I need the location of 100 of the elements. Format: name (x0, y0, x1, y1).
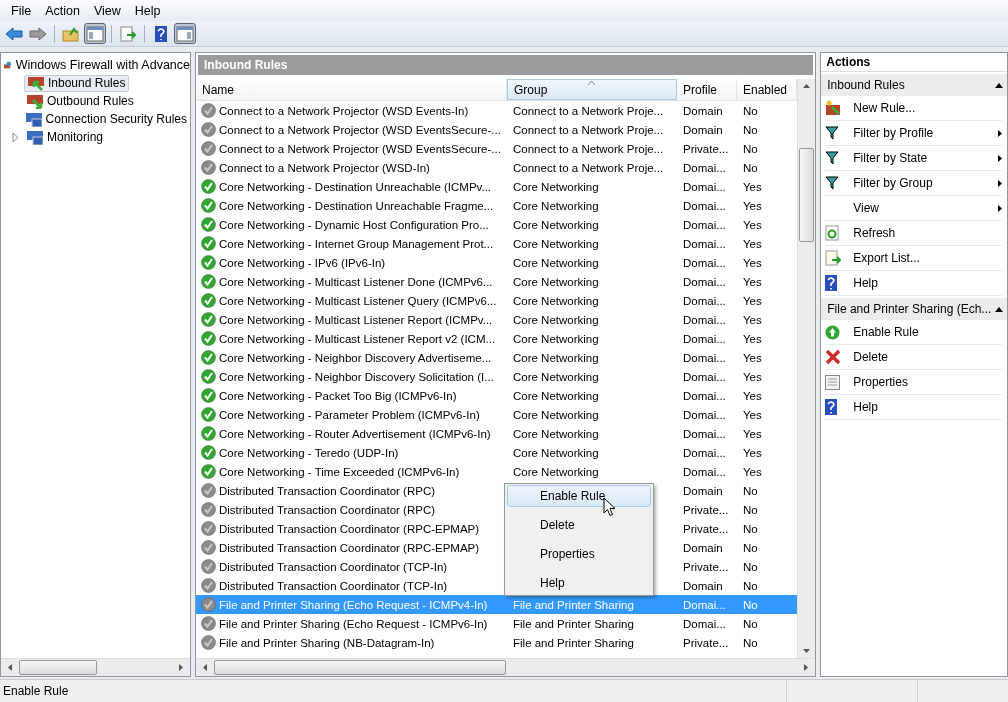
pane-toggle-button[interactable] (174, 23, 196, 44)
tree-item[interactable]: Monitoring (24, 128, 107, 146)
submenu-arrow-icon (998, 129, 1002, 137)
pane-toggle-button[interactable] (84, 23, 106, 44)
rule-enabled: No (743, 123, 758, 136)
funnel-icon (825, 151, 840, 165)
rule-enabled: Yes (743, 199, 762, 212)
action-link[interactable]: Filter by Group (825, 171, 1002, 196)
rule-group: Core Networking (513, 199, 599, 212)
context-menu-item[interactable]: Enable Rule (507, 485, 651, 507)
rule-name: File and Printer Sharing (Echo Request - ICMPv4-In) (219, 598, 488, 611)
context-menu-item[interactable]: Help (507, 572, 651, 594)
action-link[interactable]: Export List... (825, 246, 1002, 271)
scroll-thumb[interactable] (799, 148, 815, 242)
horizontal-scrollbar[interactable] (1, 658, 190, 676)
tree-item[interactable]: Windows Firewall with Advance (4, 56, 190, 74)
scroll-thumb[interactable] (214, 660, 506, 675)
scroll-thumb[interactable] (19, 660, 97, 675)
rule-enabled: No (743, 617, 758, 630)
rule-name: File and Printer Sharing (Echo Request - ICMPv6-In) (219, 617, 488, 630)
rule-group: Connect to a Network Proje... (513, 161, 664, 174)
computers-icon (25, 111, 42, 127)
tree-item[interactable]: Connection Security Rules (22, 110, 190, 128)
rule-enabled: No (743, 636, 758, 649)
rule-enabled: Yes (743, 465, 762, 478)
rule-group: Core Networking (513, 427, 599, 440)
rule-enabled: Yes (743, 389, 762, 402)
rule-group: Core Networking (513, 256, 599, 269)
scroll-left-icon[interactable] (8, 664, 12, 671)
rule-profile: Domai... (683, 370, 726, 383)
rule-enabled: No (743, 104, 758, 117)
brick-wall-star-icon (825, 100, 842, 116)
column-header[interactable]: Group (507, 79, 677, 100)
tree-item[interactable]: Outbound Rules (24, 92, 137, 110)
rule-enabled: Yes (743, 370, 762, 383)
scroll-right-icon[interactable] (179, 664, 183, 671)
rule-group: Core Networking (513, 446, 599, 459)
context-menu-item[interactable]: Properties (507, 543, 651, 565)
action-link[interactable]: Properties (825, 370, 1002, 395)
scroll-left-icon[interactable] (203, 664, 207, 671)
rule-group: Core Networking (513, 332, 599, 345)
scroll-up-icon[interactable] (803, 84, 811, 88)
rule-enabled: No (743, 541, 758, 554)
rule-group: Core Networking (513, 465, 599, 478)
rule-name: Core Networking - Multicast Listener Done (ICMPv6... (219, 275, 493, 288)
column-header[interactable]: Profile (677, 79, 737, 100)
export-button[interactable] (117, 23, 139, 44)
action-link[interactable]: Enable Rule (825, 320, 1002, 345)
rule-profile: Domain (683, 541, 723, 554)
rule-group: Connect to a Network Proje... (513, 142, 664, 155)
rule-group: File and Printer Sharing (513, 636, 634, 649)
rule-profile: Domai... (683, 408, 726, 421)
rule-enabled: No (743, 503, 758, 516)
section-header[interactable]: Inbound Rules (821, 74, 1007, 96)
action-link[interactable]: View (825, 196, 1002, 221)
pane-title: Actions (821, 53, 1007, 72)
rule-enabled: Yes (743, 218, 762, 231)
rule-enabled: Yes (743, 180, 762, 193)
rule-group: Core Networking (513, 351, 599, 364)
rule-name: Core Networking - Neighbor Discovery Advertiseme... (219, 351, 492, 364)
rule-profile: Private... (683, 560, 729, 573)
rule-profile: Private... (683, 636, 729, 649)
mouse-pointer-icon (603, 497, 616, 517)
rule-profile: Domai... (683, 313, 726, 326)
action-link[interactable]: Delete (825, 345, 1002, 370)
rule-name: Core Networking - Multicast Listener Report v2 (ICM... (219, 332, 496, 345)
action-link[interactable]: Refresh (825, 221, 1002, 246)
rule-enabled: No (743, 522, 758, 535)
menu-item[interactable]: View (86, 3, 128, 18)
rule-name: Connect to a Network Projector (WSD-In) (219, 161, 430, 174)
scroll-down-icon[interactable] (803, 649, 811, 653)
scroll-right-icon[interactable] (804, 664, 809, 671)
rule-name: Core Networking - Time Exceeded (ICMPv6-In) (219, 465, 460, 478)
action-link[interactable]: Filter by Profile (825, 121, 1002, 146)
rule-enabled: Yes (743, 275, 762, 288)
action-link[interactable]: Filter by State (825, 146, 1002, 171)
rule-group: Connect to a Network Proje... (513, 123, 664, 136)
action-link[interactable]: New Rule... (825, 96, 1002, 121)
rule-profile: Private... (683, 503, 729, 516)
rule-profile: Domain (683, 579, 723, 592)
rule-profile: Domai... (683, 294, 726, 307)
rule-profile: Domai... (683, 427, 726, 440)
context-menu-item[interactable]: Delete (507, 514, 651, 536)
computers-icon (27, 129, 43, 145)
rule-group: Core Networking (513, 313, 599, 326)
menu-item[interactable]: Action (38, 3, 87, 18)
section-header[interactable]: File and Printer Sharing (Ech... (821, 298, 1007, 320)
funnel-icon (825, 176, 840, 190)
rule-name: Distributed Transaction Coordinator (TCP-In) (219, 579, 448, 592)
menu-item[interactable]: File (4, 3, 39, 18)
rule-profile: Domai... (683, 598, 726, 611)
vertical-scrollbar[interactable] (797, 79, 816, 658)
action-link[interactable]: Help (825, 271, 1002, 296)
rule-group: Core Networking (513, 389, 599, 402)
tree-item[interactable]: Inbound Rules (24, 74, 130, 92)
menu-item[interactable]: Help (127, 3, 168, 18)
horizontal-scrollbar[interactable] (196, 658, 816, 676)
rule-name: Core Networking - Dynamic Host Configuration Pro... (219, 218, 489, 231)
rule-name: Connect to a Network Projector (WSD Events-In) (219, 104, 469, 117)
action-link[interactable]: Help (825, 395, 1002, 420)
